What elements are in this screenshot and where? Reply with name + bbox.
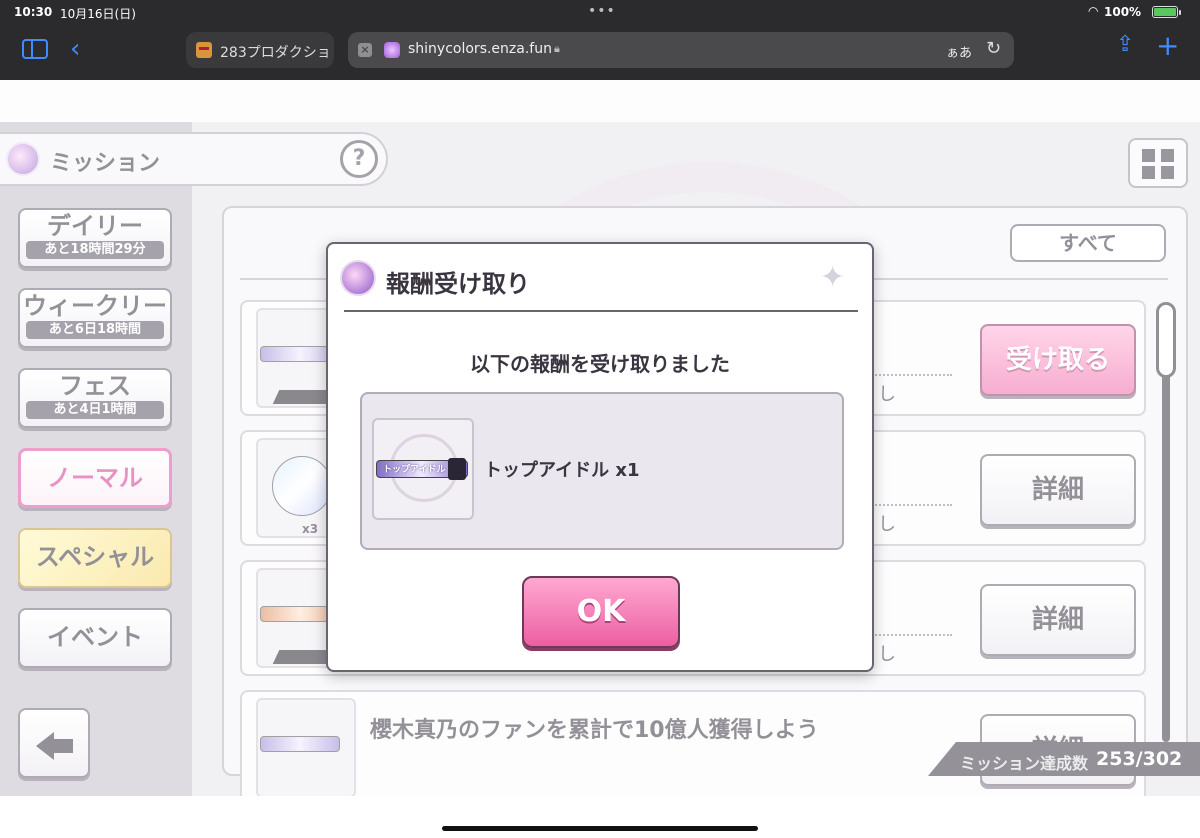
status-bar: 10:30 10月16日(日) ••• ◠ 100%	[0, 0, 1200, 24]
close-tab-icon[interactable]: ×	[358, 43, 372, 57]
browser-tab-283[interactable]: 283プロダクショ	[186, 32, 334, 68]
multitask-dots-icon[interactable]: •••	[588, 3, 616, 19]
sparkle-icon: ✦	[820, 260, 846, 295]
reward-name: トップアイドル x1	[484, 460, 640, 481]
status-date: 10月16日(日)	[60, 7, 136, 21]
battery-icon	[1152, 6, 1178, 18]
dialog-divider	[344, 310, 858, 312]
address-bar[interactable]: × shinycolors.enza.fun 🔒︎ ぁあ ↻	[348, 32, 1014, 68]
sidebar-toggle-icon[interactable]	[22, 39, 48, 59]
screen: 10:30 10月16日(日) ••• ◠ 100% ‹ 283プロダクショ ×…	[0, 0, 1200, 838]
dialog-message: 以下の報酬を受け取りました	[470, 352, 730, 376]
new-tab-plus-icon[interactable]: +	[1156, 32, 1179, 60]
home-indicator[interactable]	[442, 826, 758, 831]
battery-percent: 100%	[1104, 5, 1142, 19]
gift-favicon-icon	[196, 42, 212, 58]
url-text: shinycolors.enza.fun	[408, 41, 552, 57]
status-time: 10:30	[14, 5, 53, 19]
ok-button[interactable]: OK	[522, 576, 680, 648]
shinycolors-logo-icon	[340, 260, 376, 296]
reader-options-button[interactable]: ぁあ	[946, 42, 972, 61]
idol-portrait-image	[448, 458, 466, 480]
lock-icon: 🔒︎	[554, 42, 560, 55]
browser-toolbar: ‹ 283プロダクショ × shinycolors.enza.fun 🔒︎ ぁあ…	[0, 24, 1200, 80]
share-icon[interactable]: ⇪	[1116, 34, 1134, 56]
back-chevron-icon[interactable]: ‹	[70, 36, 80, 62]
reload-icon[interactable]: ↻	[986, 38, 1001, 59]
dialog-title: 報酬受け取り	[386, 270, 530, 298]
browser-tab-title: 283プロダクショ	[220, 45, 331, 61]
reward-dialog: 報酬受け取り ✦ 以下の報酬を受け取りました トップアイドル トップアイドル x…	[326, 242, 874, 672]
reward-list: トップアイドル トップアイドル x1	[360, 392, 844, 550]
reward-thumbnail: トップアイドル	[372, 418, 474, 520]
letterbox-bottom	[0, 796, 1200, 838]
battery-tip	[1179, 10, 1181, 15]
game-canvas: ミッション ? デイリー あと18時間29分 ウィークリー あと6日18時間 フ…	[0, 122, 1200, 796]
wifi-icon: ◠	[1088, 4, 1099, 18]
reward-plate-text: トップアイドル	[383, 465, 446, 475]
site-favicon-icon	[384, 42, 400, 58]
letterbox-top	[0, 80, 1200, 122]
